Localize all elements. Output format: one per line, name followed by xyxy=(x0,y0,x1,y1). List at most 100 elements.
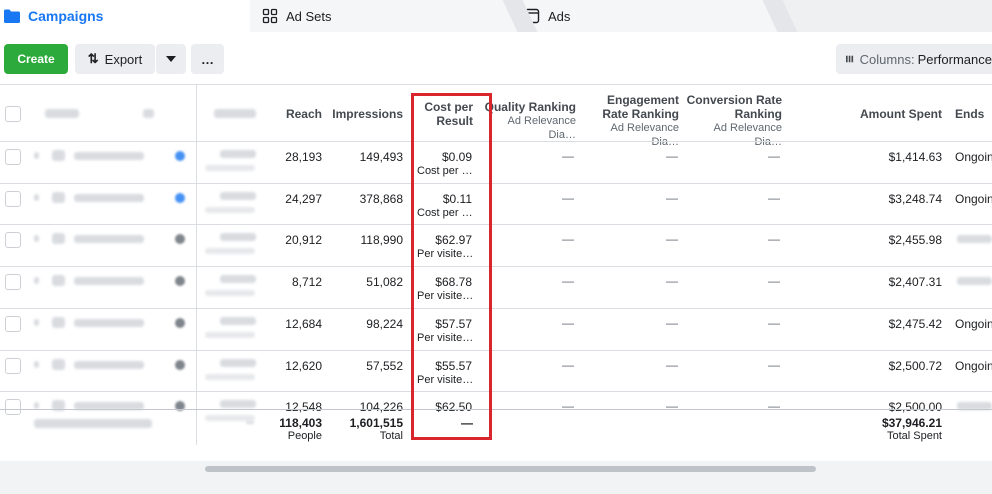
results-column-header-blurred xyxy=(214,109,256,118)
tab-label: Ads xyxy=(548,8,571,24)
quality-ranking-cell: — xyxy=(562,232,574,246)
campaign-icon-blurred xyxy=(52,150,65,161)
impressions-cell: 378,868 xyxy=(359,192,403,206)
export-button[interactable]: ⇅ Export xyxy=(75,44,155,74)
amount-spent-cell: $2,500.72 xyxy=(888,359,942,373)
campaign-name-blurred[interactable] xyxy=(74,152,144,160)
tab-ads[interactable]: Ads xyxy=(520,0,780,32)
create-button[interactable]: Create xyxy=(4,44,68,74)
amount-spent-header[interactable]: Amount Spent xyxy=(840,107,942,121)
expand-chevron-blurred[interactable] xyxy=(34,361,39,368)
impressions-cell: 98,224 xyxy=(366,317,403,331)
results-type-blurred xyxy=(205,207,255,213)
impressions-cell: 51,082 xyxy=(366,275,403,289)
results-value-blurred xyxy=(220,400,256,408)
expand-chevron-blurred[interactable] xyxy=(34,319,39,326)
campaign-name-blurred[interactable] xyxy=(74,194,144,202)
delivery-status-dot xyxy=(175,193,185,203)
tab-campaigns[interactable]: Campaigns xyxy=(0,0,250,32)
campaign-name-blurred[interactable] xyxy=(74,361,144,369)
engagement-ranking-cell: — xyxy=(666,316,678,330)
results-value-blurred xyxy=(220,275,256,283)
export-dropdown-button[interactable] xyxy=(156,44,186,74)
results-value-blurred xyxy=(220,192,256,200)
quality-ranking-cell: — xyxy=(562,274,574,288)
results-type-blurred xyxy=(205,248,255,254)
row-divider xyxy=(0,141,992,142)
conversion-ranking-cell: — xyxy=(768,316,780,330)
row-checkbox[interactable] xyxy=(5,232,21,248)
export-icon: ⇅ xyxy=(87,51,99,66)
engagement-ranking-cell: — xyxy=(666,149,678,163)
reach-header[interactable]: Reach xyxy=(270,107,322,121)
reach-cell: 12,684 xyxy=(285,317,322,331)
row-checkbox[interactable] xyxy=(5,399,21,415)
delivery-status-dot xyxy=(175,234,185,244)
engagement-ranking-cell: — xyxy=(666,232,678,246)
conversion-ranking-title: Conversion Rate Ranking xyxy=(686,93,782,121)
columns-label: Columns: xyxy=(859,51,915,67)
conversion-ranking-cell: — xyxy=(768,274,780,288)
total-amount-spent-label: Total Spent xyxy=(886,430,942,442)
row-checkbox[interactable] xyxy=(5,191,21,207)
engagement-ranking-cell: — xyxy=(666,191,678,205)
chevron-down-icon xyxy=(166,56,176,62)
expand-chevron-blurred[interactable] xyxy=(34,152,39,159)
results-value-blurred xyxy=(220,317,256,325)
tab-label: Campaigns xyxy=(28,8,104,24)
row-checkbox[interactable] xyxy=(5,358,21,374)
quality-ranking-cell: — xyxy=(562,399,574,413)
engagement-ranking-cell: — xyxy=(666,399,678,413)
results-type-blurred xyxy=(205,290,255,296)
results-type-blurred xyxy=(205,332,255,338)
totals-top-border xyxy=(0,409,992,410)
amount-spent-cell: $2,475.42 xyxy=(888,317,942,331)
header-top-border xyxy=(0,84,992,85)
total-impressions: 1,601,515 xyxy=(349,416,403,430)
ends-header[interactable]: Ends xyxy=(955,107,992,121)
row-divider xyxy=(0,350,992,351)
row-checkbox[interactable] xyxy=(5,149,21,165)
total-reach-label: People xyxy=(287,430,322,442)
impressions-cell: 118,990 xyxy=(360,233,404,247)
quality-ranking-header[interactable]: Quality Ranking Ad Relevance Dia… xyxy=(480,100,576,142)
expand-chevron-blurred[interactable] xyxy=(34,402,39,409)
results-type-blurred xyxy=(205,165,255,171)
grid-icon xyxy=(262,8,278,24)
row-checkbox[interactable] xyxy=(5,274,21,290)
amount-spent-cell: $2,407.31 xyxy=(888,275,942,289)
impressions-cell: 104,226 xyxy=(359,400,403,414)
campaign-name-blurred[interactable] xyxy=(74,235,144,243)
conversion-ranking-cell: — xyxy=(768,149,780,163)
results-total-blurred xyxy=(246,421,254,424)
quality-ranking-cell: — xyxy=(562,191,574,205)
columns-button[interactable]: Columns: Performance xyxy=(836,44,992,74)
name-column-header-blurred xyxy=(45,109,79,118)
expand-chevron-blurred[interactable] xyxy=(34,235,39,242)
horizontal-scrollbar-thumb[interactable] xyxy=(205,466,816,472)
columns-icon xyxy=(846,55,854,63)
conversion-ranking-cell: — xyxy=(768,358,780,372)
row-checkbox[interactable] xyxy=(5,316,21,332)
select-all-checkbox[interactable] xyxy=(5,106,21,122)
quality-ranking-cell: — xyxy=(562,316,574,330)
impressions-header[interactable]: Impressions xyxy=(330,107,403,121)
expand-chevron-blurred[interactable] xyxy=(34,194,39,201)
more-options-button[interactable]: … xyxy=(191,44,224,74)
campaign-name-blurred[interactable] xyxy=(74,319,144,327)
row-divider xyxy=(0,183,992,184)
delivery-status-dot xyxy=(175,276,185,286)
sort-icon-blurred xyxy=(143,109,154,118)
row-divider xyxy=(0,308,992,309)
tab-ad-sets[interactable]: Ad Sets xyxy=(250,0,520,32)
impressions-cell: 57,552 xyxy=(366,359,403,373)
conversion-ranking-cell: — xyxy=(768,399,780,413)
ends-cell: Ongoin xyxy=(955,192,992,206)
conversion-ranking-cell: — xyxy=(768,232,780,246)
campaign-name-blurred[interactable] xyxy=(74,277,144,285)
total-impressions-label: Total xyxy=(379,430,403,442)
expand-chevron-blurred[interactable] xyxy=(34,277,39,284)
cost-per-result-highlight xyxy=(411,93,492,440)
tab-bar: Ads Ad Sets Campaigns xyxy=(0,0,992,32)
amount-spent-cell: $2,500.00 xyxy=(888,400,942,414)
